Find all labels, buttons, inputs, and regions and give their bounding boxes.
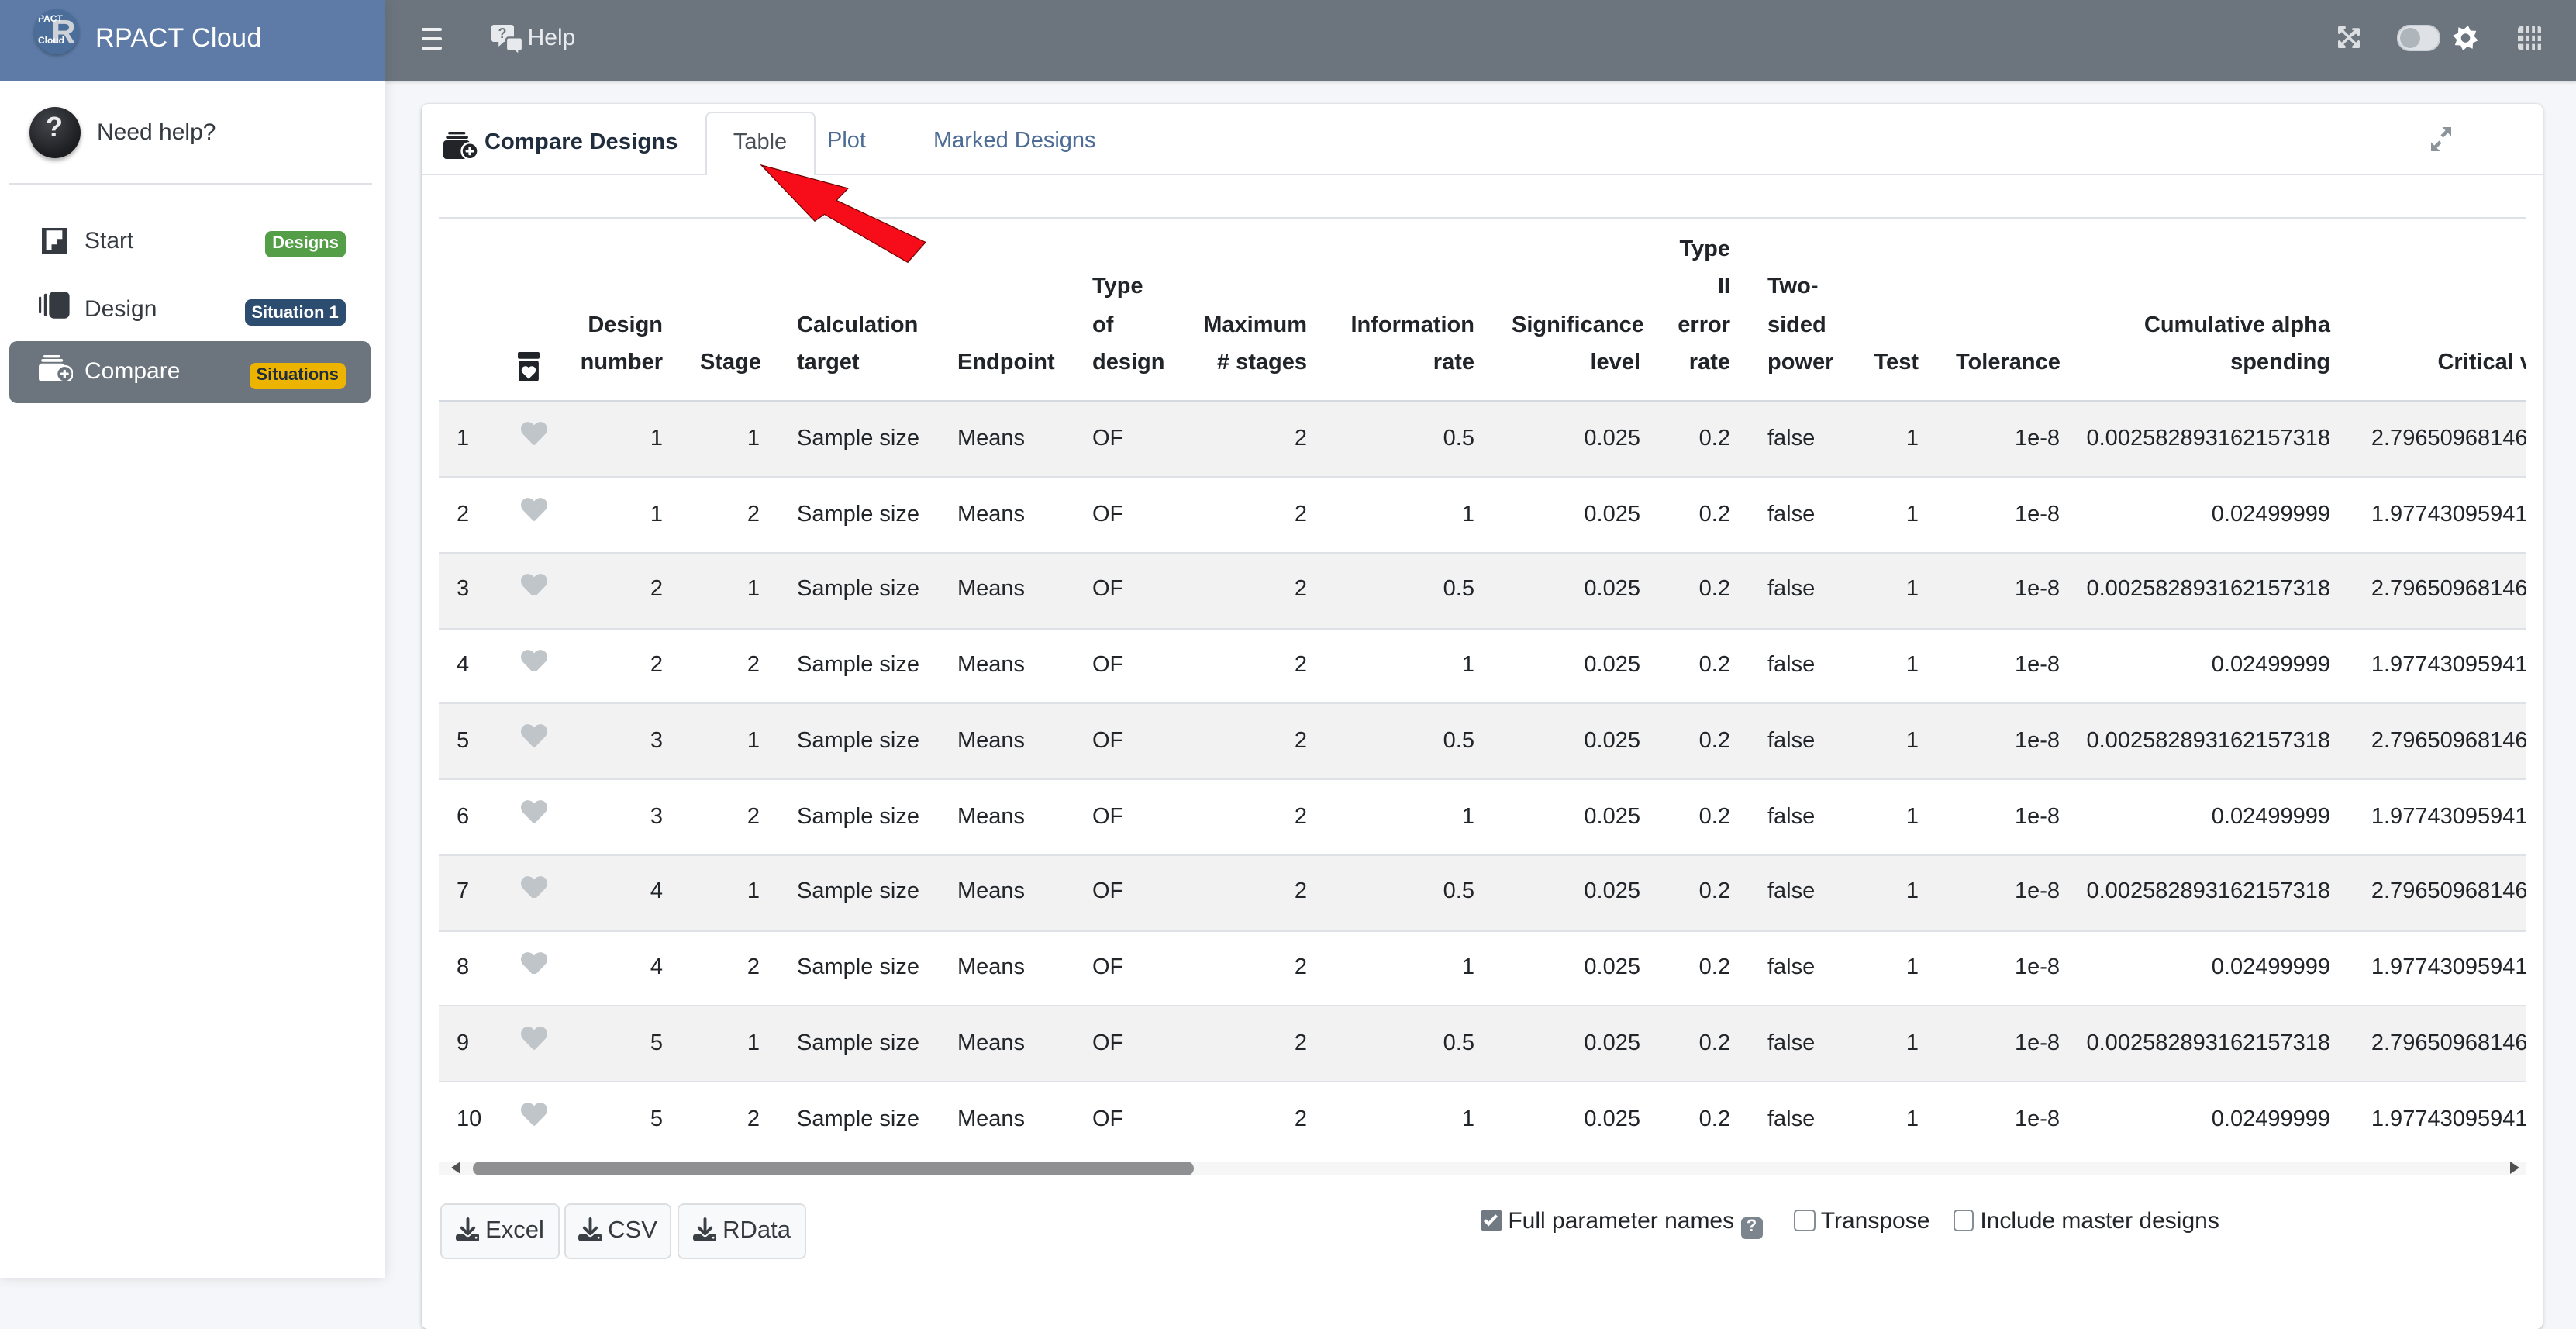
svg-text:?: ? [498,26,507,41]
